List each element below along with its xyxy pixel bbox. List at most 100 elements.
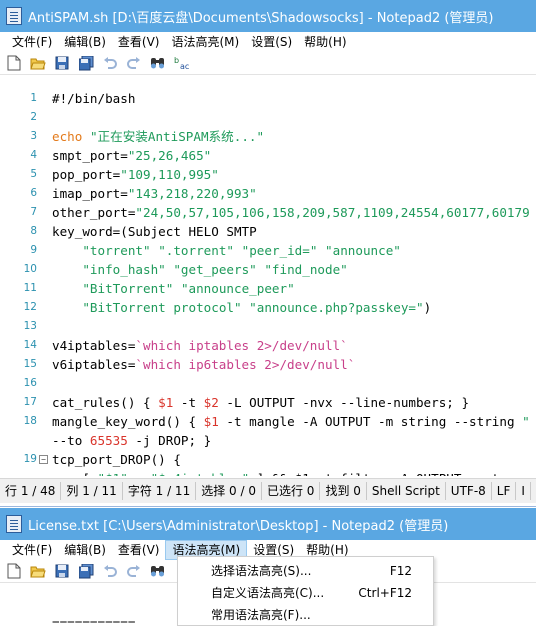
menu-item-select-syntax[interactable]: 选择语法高亮(S)... F12 xyxy=(178,560,433,582)
code-token: "$1" xyxy=(98,471,128,476)
code-token: -t xyxy=(173,395,204,410)
save-all-icon[interactable] xyxy=(78,55,94,71)
menu-settings[interactable]: 设置(S) xyxy=(245,32,298,52)
menu-item-label: 常用语法高亮(F)... xyxy=(211,608,311,622)
code-token: "peer_id=" xyxy=(241,243,318,258)
menu-view[interactable]: 查看(V) xyxy=(112,32,166,52)
code-token: "announce.php?passkey=" xyxy=(249,300,424,315)
code-token: = xyxy=(128,471,151,476)
menu-item-favorite-syntax[interactable]: 常用语法高亮(F)... xyxy=(178,604,433,626)
code-token: "正在安装AntiSPAM系统..." xyxy=(89,129,265,144)
redo-icon[interactable] xyxy=(126,563,142,579)
menu-file[interactable]: 文件(F) xyxy=(6,540,58,560)
new-file-icon[interactable] xyxy=(6,55,22,71)
code-token: key_word=(Subject HELO SMTP xyxy=(52,224,257,239)
code-text: "BitTorrent protocol" "announce.php?pass… xyxy=(52,298,431,317)
code-line: 12 "BitTorrent protocol" "announce.php?p… xyxy=(0,298,536,317)
menu-edit[interactable]: 编辑(B) xyxy=(58,32,112,52)
line-number: 7 xyxy=(30,206,37,218)
notepad2-window-antispam: AntiSPAM.sh [D:\百度云盘\Documents\Shadowsoc… xyxy=(0,0,536,507)
code-line: 7 other_port="24,50,57,105,106,158,209,58… xyxy=(0,203,536,222)
code-line: 13 xyxy=(0,317,536,336)
find-icon[interactable] xyxy=(150,563,166,579)
line-number: 15 xyxy=(23,358,37,370)
code-line: 6 imap_port="143,218,220,993" xyxy=(0,184,536,203)
save-icon[interactable] xyxy=(54,563,70,579)
code-line: [ "$1" = "$v4iptables" ] && $1 -t filter… xyxy=(0,469,536,476)
code-line: 9 "torrent" ".torrent" "peer_id=" "annou… xyxy=(0,241,536,260)
code-line: 8 key_word=(Subject HELO SMTP xyxy=(0,222,536,241)
title-bar[interactable]: AntiSPAM.sh [D:\百度云盘\Documents\Shadowsoc… xyxy=(0,0,536,32)
code-token: "torrent" xyxy=(82,243,151,258)
code-token: pop_port= xyxy=(52,167,121,182)
code-token: "25,26,465" xyxy=(127,148,212,163)
undo-icon[interactable] xyxy=(102,55,118,71)
code-text: tcp_port_DROP() { xyxy=(52,450,181,469)
code-line: 18 mangle_key_word() { $1 -t mangle -A OU… xyxy=(0,412,536,431)
undo-icon[interactable] xyxy=(102,563,118,579)
code-line: 3 echo "正在安装AntiSPAM系统..." xyxy=(0,127,536,146)
code-token: ] && $1 -t filter -A OUTPUT -p tcp xyxy=(249,471,515,476)
menu-help[interactable]: 帮助(H) xyxy=(298,32,352,52)
code-line: 4 smpt_port="25,26,465" xyxy=(0,146,536,165)
code-line: --to 65535 -j DROP; } xyxy=(0,431,536,450)
save-icon[interactable] xyxy=(54,55,70,71)
code-token: -j DROP; } xyxy=(127,433,212,448)
code-line: 19− tcp_port_DROP() { xyxy=(0,450,536,469)
code-text: other_port="24,50,57,105,106,158,209,587… xyxy=(52,203,530,222)
status-insert-mode: I xyxy=(516,482,531,500)
code-text: "BitTorrent" "announce_peer" xyxy=(52,279,294,298)
menu-file[interactable]: 文件(F) xyxy=(6,32,58,52)
status-encoding[interactable]: UTF-8 xyxy=(446,482,492,500)
code-text: cat_rules() { $1 -t $2 -L OUTPUT -nvx --… xyxy=(52,393,469,412)
window-title: AntiSPAM.sh [D:\百度云盘\Documents\Shadowsoc… xyxy=(28,10,494,26)
status-eol[interactable]: LF xyxy=(492,482,517,500)
notepad-app-icon[interactable] xyxy=(6,515,22,533)
status-char: 字符 1 / 11 xyxy=(123,482,197,500)
title-bar[interactable]: License.txt [C:\Users\Administrator\Desk… xyxy=(0,508,536,540)
fold-toggle-icon[interactable]: − xyxy=(39,455,48,464)
menu-view[interactable]: 查看(V) xyxy=(112,540,166,560)
line-number: 14 xyxy=(23,339,37,351)
code-line: 17 cat_rules() { $1 -t $2 -L OUTPUT -nvx … xyxy=(0,393,536,412)
code-token: "info_hash" xyxy=(82,262,166,277)
line-number: 5 xyxy=(30,168,37,180)
code-line: 1 #!/bin/bash xyxy=(0,89,536,108)
open-folder-icon[interactable] xyxy=(30,55,46,71)
window-title: License.txt [C:\Users\Administrator\Desk… xyxy=(28,518,449,534)
code-token: "BitTorrent" xyxy=(82,281,174,296)
open-folder-icon[interactable] xyxy=(30,563,46,579)
notepad-app-icon[interactable] xyxy=(6,7,22,25)
menu-syntax[interactable]: 语法高亮(M) xyxy=(165,32,245,52)
code-token: cat_rules() { xyxy=(52,395,159,410)
line-number: 19 xyxy=(23,453,37,465)
code-text: v4iptables=`which iptables 2>/dev/null` xyxy=(52,336,348,355)
code-text: "torrent" ".torrent" "peer_id=" "announc… xyxy=(52,241,401,260)
replace-icon[interactable]: b ac xyxy=(174,55,190,71)
code-line: 10 "info_hash" "get_peers" "find_node" xyxy=(0,260,536,279)
code-token: "find_node" xyxy=(264,262,348,277)
menu-item-custom-syntax[interactable]: 自定义语法高亮(C)... Ctrl+F12 xyxy=(178,582,433,604)
code-editor[interactable]: 1 #!/bin/bash 2 3 echo "正在安装AntiSPAM系统..." 4 s… xyxy=(0,86,536,476)
code-token: "announce" xyxy=(325,243,401,258)
line-number: 1 xyxy=(30,92,37,104)
find-icon[interactable] xyxy=(150,55,166,71)
menu-edit[interactable]: 编辑(B) xyxy=(58,540,112,560)
line-number: 3 xyxy=(30,130,37,142)
code-token: #!/bin/bash xyxy=(52,91,136,106)
line-number: 18 xyxy=(23,415,37,427)
code-token: [ xyxy=(52,471,98,476)
line-number: 9 xyxy=(30,244,37,256)
status-lexer[interactable]: Shell Script xyxy=(367,482,446,500)
code-line: 15 v6iptables=`which ip6tables 2>/dev/nul… xyxy=(0,355,536,374)
redo-icon[interactable] xyxy=(126,55,142,71)
save-all-icon[interactable] xyxy=(78,563,94,579)
code-token: "$v4iptables" xyxy=(151,471,250,476)
new-file-icon[interactable] xyxy=(6,563,22,579)
code-token: `which ip6tables 2>/dev/null` xyxy=(135,357,356,372)
